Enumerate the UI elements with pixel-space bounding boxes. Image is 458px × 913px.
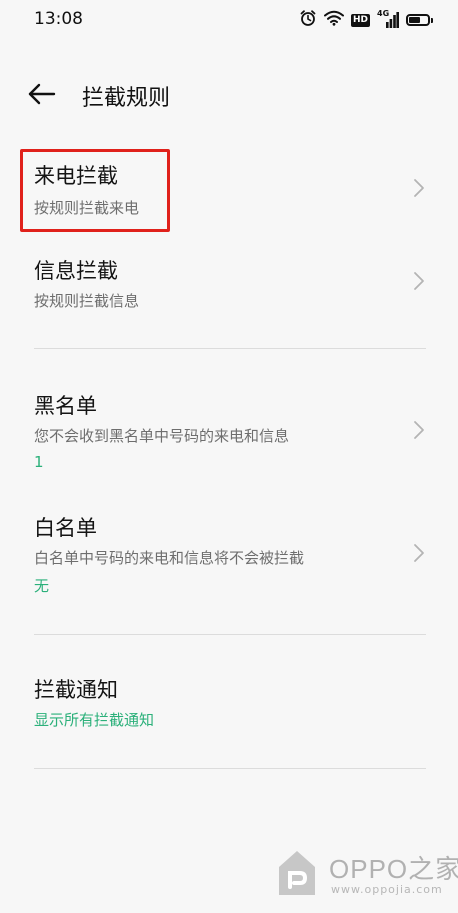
divider [34, 768, 426, 769]
chevron-right-icon [414, 179, 424, 197]
list-item-title: 黑名单 [34, 394, 97, 418]
house-logo-icon [279, 851, 315, 895]
list-item-value: 无 [34, 577, 50, 595]
list-item-value: 显示所有拦截通知 [34, 711, 155, 729]
status-icons: HD 4G [299, 9, 433, 31]
list-item-title: 拦截通知 [34, 678, 118, 702]
battery-level [409, 17, 420, 23]
list-item-block-notification[interactable]: 拦截通知 显示所有拦截通知 [0, 664, 458, 744]
list-item-message-block[interactable]: 信息拦截 按规则拦截信息 [0, 245, 458, 325]
alarm-icon [299, 9, 317, 31]
status-bar: 13:08 HD 4G [0, 0, 458, 40]
page-title: 拦截规则 [82, 86, 171, 111]
arrow-left-icon [28, 83, 56, 105]
list-item-subtitle: 您不会收到黑名单中号码的来电和信息 [34, 427, 290, 445]
chevron-right-icon [414, 544, 424, 562]
watermark: OPPO之家 www.oppojia.com [275, 845, 458, 903]
hd-icon: HD [350, 13, 370, 27]
divider [34, 634, 426, 635]
divider [34, 348, 426, 349]
wifi-icon [323, 10, 344, 30]
list-item-subtitle: 按规则拦截信息 [34, 292, 140, 310]
signal-4g-icon: 4G [377, 9, 399, 29]
list-item-title: 白名单 [34, 516, 97, 540]
status-time: 13:08 [34, 9, 83, 29]
header: 拦截规则 [0, 70, 458, 120]
list-item-subtitle: 白名单中号码的来电和信息将不会被拦截 [34, 549, 305, 567]
battery-icon [406, 14, 433, 26]
chevron-right-icon [414, 421, 424, 439]
list-item-value: 1 [34, 453, 44, 471]
highlight-box [20, 149, 170, 232]
list-item-blacklist[interactable]: 黑名单 您不会收到黑名单中号码的来电和信息 1 [0, 380, 458, 480]
chevron-right-icon [414, 272, 424, 290]
watermark-url: www.oppojia.com [331, 883, 443, 896]
list-item-title: 信息拦截 [34, 259, 118, 283]
watermark-text: OPPO之家 [329, 854, 458, 884]
list-item-whitelist[interactable]: 白名单 白名单中号码的来电和信息将不会被拦截 无 [0, 502, 458, 602]
back-button[interactable] [26, 80, 60, 108]
